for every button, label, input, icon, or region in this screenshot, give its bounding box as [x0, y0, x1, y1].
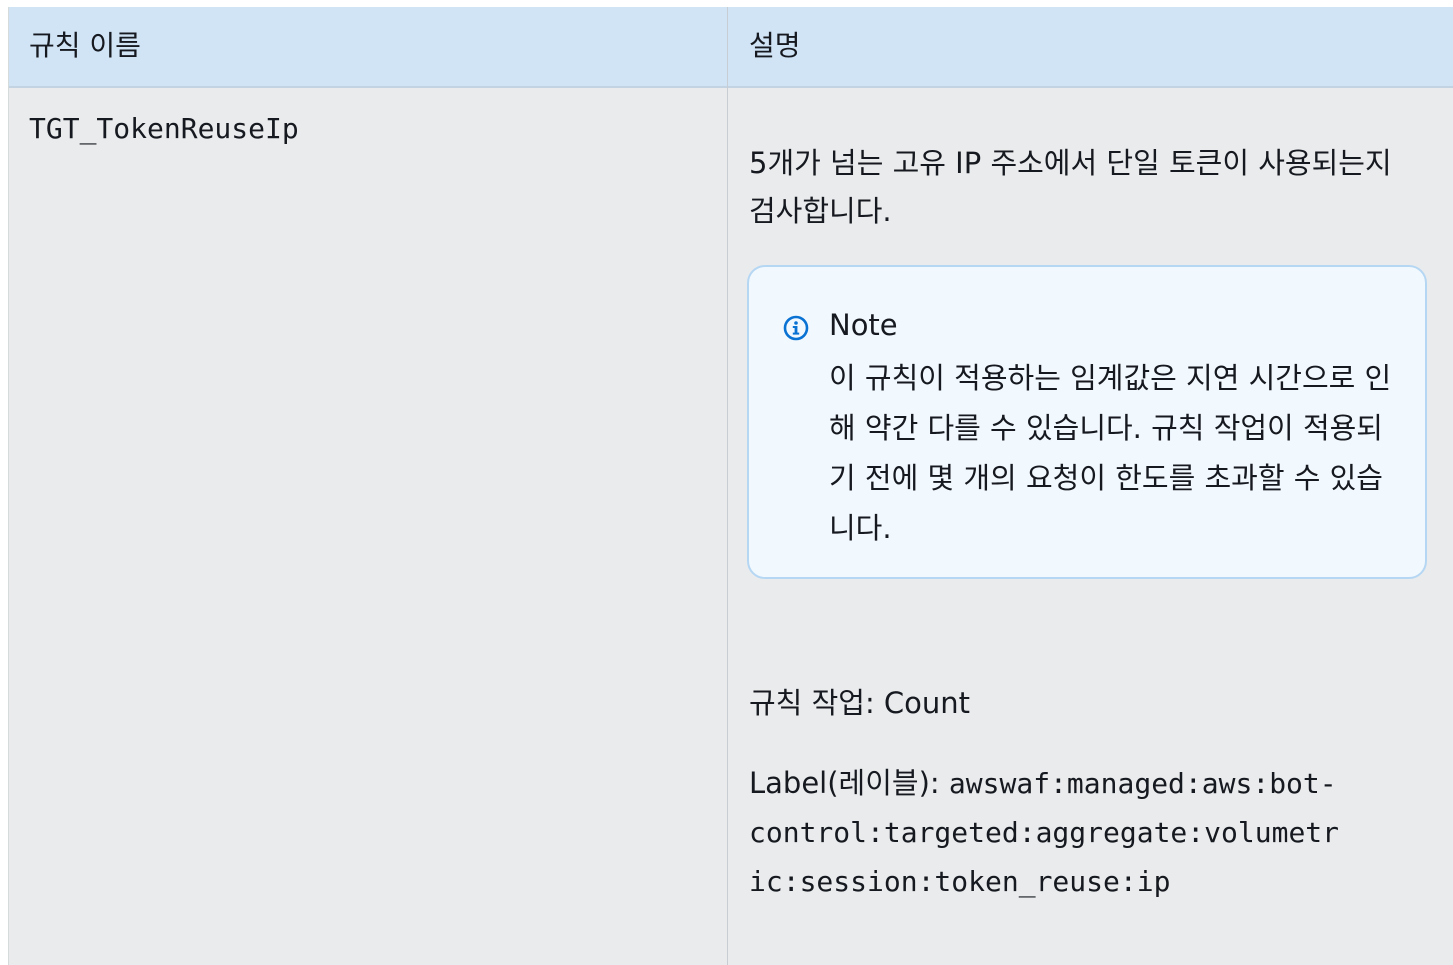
- rule-description: 5개가 넘는 고유 IP 주소에서 단일 토큰이 사용되는지 검사합니다.: [749, 146, 1392, 228]
- rule-label: Label(레이블): awswaf:managed:aws:bot-contr…: [749, 759, 1349, 906]
- note-callout: Note 이 규칙이 적용하는 임계값은 지연 시간으로 인해 약간 다를 수 …: [747, 265, 1427, 579]
- rule-action-text: 규칙 작업: Count: [749, 686, 971, 720]
- column-header-description: 설명: [749, 29, 801, 62]
- note-title: Note: [829, 308, 898, 342]
- table-header-row: 규칙 이름 설명: [9, 7, 1453, 88]
- info-icon: [783, 315, 809, 341]
- note-body: 이 규칙이 적용하는 임계값은 지연 시간으로 인해 약간 다를 수 있습니다.…: [829, 361, 1392, 545]
- rule-name-cell: TGT_TokenReuseIp: [29, 112, 299, 145]
- column-header-rule-name: 규칙 이름: [29, 29, 141, 62]
- column-divider: [727, 7, 728, 965]
- rules-table: 규칙 이름 설명 TGT_TokenReuseIp 5개가 넘는 고유 IP 주…: [8, 7, 1453, 965]
- rule-label-prefix: Label(레이블):: [749, 766, 949, 800]
